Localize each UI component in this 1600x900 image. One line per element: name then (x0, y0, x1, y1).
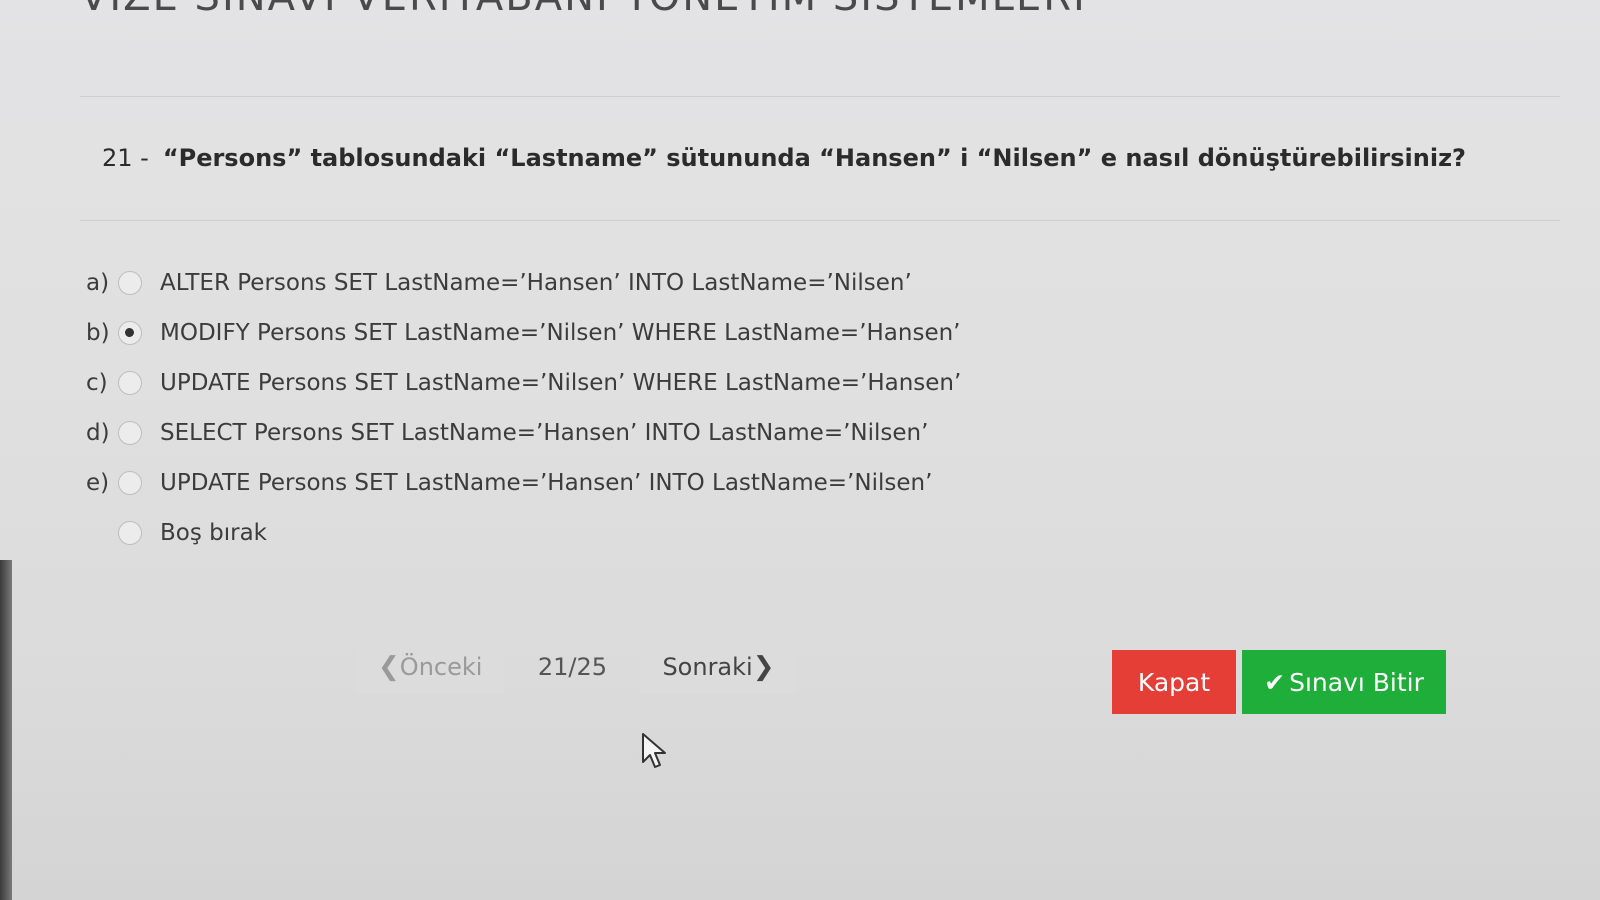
question-number: 21 - (102, 144, 149, 172)
radio-button[interactable] (118, 371, 142, 395)
option-letter: b) (86, 320, 110, 346)
chevron-right-icon: ❯ (752, 652, 775, 682)
question: 21 - “Persons” tablosundaki “Lastname” sü… (102, 144, 1466, 172)
divider-question (80, 220, 1560, 221)
option-d[interactable]: d) SELECT Persons SET LastName=’Hansen’ … (86, 408, 961, 458)
radio-button-selected[interactable] (118, 321, 142, 345)
radio-button[interactable] (118, 421, 142, 445)
option-text: SELECT Persons SET LastName=’Hansen’ INT… (160, 420, 929, 446)
option-a[interactable]: a) ALTER Persons SET LastName=’Hansen’ I… (86, 258, 961, 308)
option-b[interactable]: b) MODIFY Persons SET LastName=’Nilsen’ … (86, 308, 961, 358)
monitor-bezel (0, 560, 12, 900)
option-text: UPDATE Persons SET LastName=’Nilsen’ WHE… (160, 370, 962, 396)
finish-exam-button[interactable]: ✔ Sınavı Bitir (1242, 650, 1446, 714)
option-leave-blank[interactable]: Boş bırak (86, 508, 961, 558)
mouse-pointer-icon (642, 733, 666, 768)
exam-title: VİZE SINAVI VERİTABANI YÖNETİM SİSTEMLER… (80, 0, 1087, 20)
option-e[interactable]: e) UPDATE Persons SET LastName=’Hansen’ … (86, 458, 961, 508)
radio-button[interactable] (118, 271, 142, 295)
finish-label: Sınavı Bitir (1289, 667, 1424, 697)
prev-label: Önceki (399, 653, 483, 681)
next-label: Sonraki (662, 653, 753, 681)
option-letter: d) (86, 420, 110, 446)
divider-top (80, 96, 1560, 97)
prev-button[interactable]: ❮ Önceki (356, 640, 505, 694)
radio-button[interactable] (118, 521, 142, 545)
question-text: “Persons” tablosundaki “Lastname” sütunu… (162, 144, 1466, 172)
answer-options: a) ALTER Persons SET LastName=’Hansen’ I… (86, 258, 961, 558)
radio-button[interactable] (118, 471, 142, 495)
option-text: Boş bırak (160, 520, 268, 546)
chevron-left-icon: ❮ (378, 652, 400, 682)
exam-screen: VİZE SINAVI VERİTABANI YÖNETİM SİSTEMLER… (0, 0, 1600, 900)
option-text: UPDATE Persons SET LastName=’Hansen’ INT… (160, 470, 933, 496)
option-letter: c) (86, 370, 108, 396)
next-button[interactable]: Sonraki ❯ (640, 640, 797, 694)
pagination: ❮ Önceki 21/25 Sonraki ❯ (356, 640, 797, 694)
option-text: MODIFY Persons SET LastName=’Nilsen’ WHE… (160, 320, 961, 346)
option-letter: a) (86, 270, 110, 296)
close-button[interactable]: Kapat (1112, 650, 1236, 714)
option-text: ALTER Persons SET LastName=’Hansen’ INTO… (160, 270, 912, 296)
option-c[interactable]: c) UPDATE Persons SET LastName=’Nilsen’ … (86, 358, 961, 408)
page-counter: 21/25 (537, 653, 608, 681)
check-icon: ✔ (1264, 667, 1286, 697)
option-letter: e) (86, 470, 110, 496)
close-label: Kapat (1137, 667, 1211, 697)
